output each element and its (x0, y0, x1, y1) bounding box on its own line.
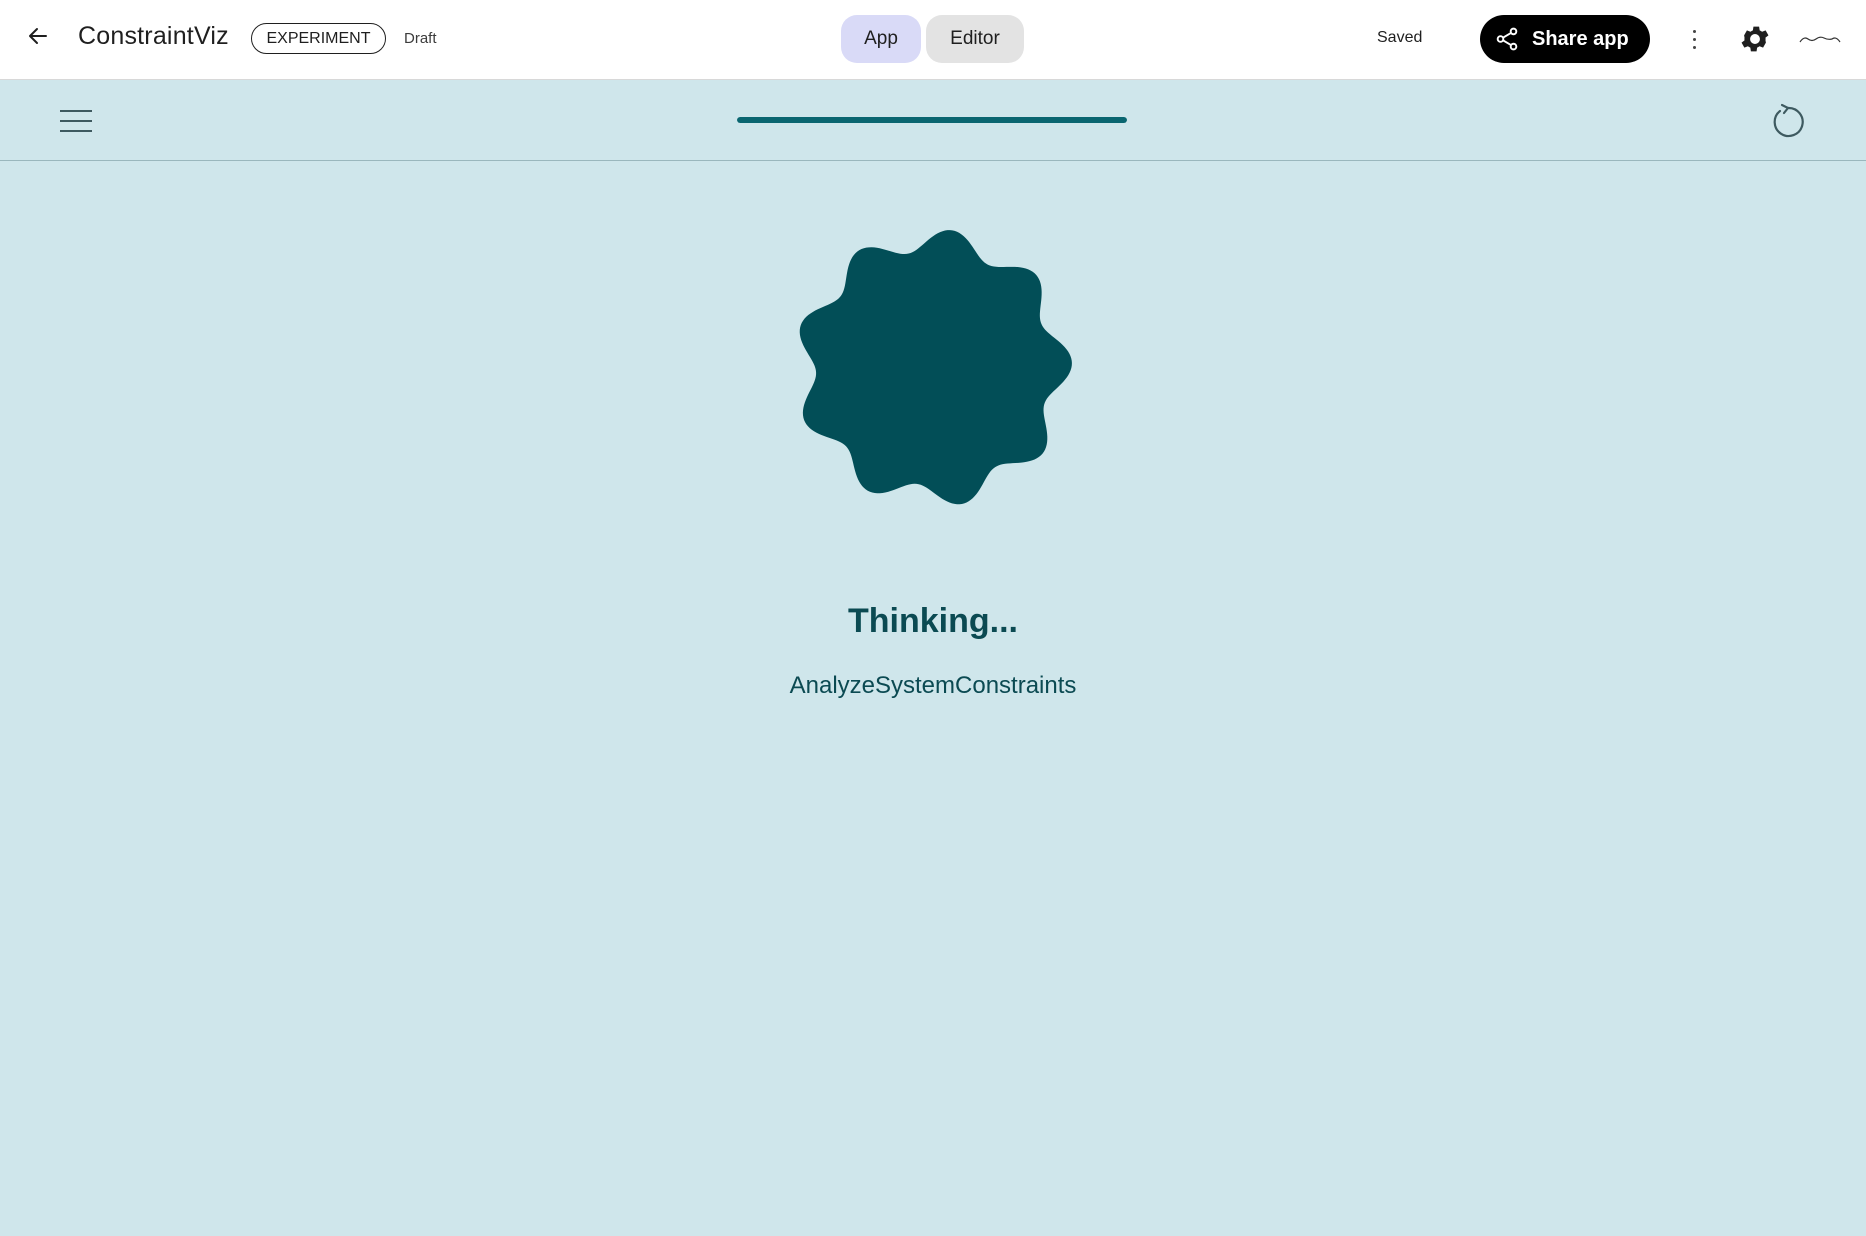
experiment-badge: EXPERIMENT (251, 23, 386, 54)
save-status: Saved (1377, 29, 1423, 46)
hamburger-menu-icon (60, 110, 92, 112)
refresh-button[interactable] (1766, 101, 1806, 141)
progress-bar (737, 117, 1127, 123)
tab-app[interactable]: App (841, 15, 921, 63)
refresh-icon (1773, 103, 1804, 138)
tab-editor[interactable]: Editor (926, 15, 1024, 63)
back-button[interactable] (20, 18, 56, 54)
share-icon (1496, 27, 1518, 51)
app-title: ConstraintViz (78, 22, 229, 50)
gear-icon (1741, 26, 1769, 52)
app-header: ConstraintViz EXPERIMENT Draft App Edito… (0, 0, 1866, 80)
thinking-spinner-shape (799, 230, 1072, 505)
menu-button[interactable] (60, 103, 96, 139)
current-step-name: AnalyzeSystemConstraints (789, 672, 1077, 699)
more-options-button[interactable] (1680, 22, 1708, 56)
thinking-title: Thinking... (848, 602, 1018, 640)
settings-button[interactable] (1738, 22, 1772, 56)
share-app-label: Share app (1532, 27, 1629, 50)
avatar[interactable] (1796, 22, 1844, 56)
more-vert-icon (1692, 29, 1696, 33)
progress-fill (737, 117, 1127, 123)
app-toolbar (0, 81, 1866, 161)
share-app-button[interactable]: Share app (1480, 15, 1650, 63)
avatar-signature-icon (1799, 36, 1841, 43)
arrow-left-icon (29, 28, 47, 44)
draft-status: Draft (404, 30, 437, 47)
